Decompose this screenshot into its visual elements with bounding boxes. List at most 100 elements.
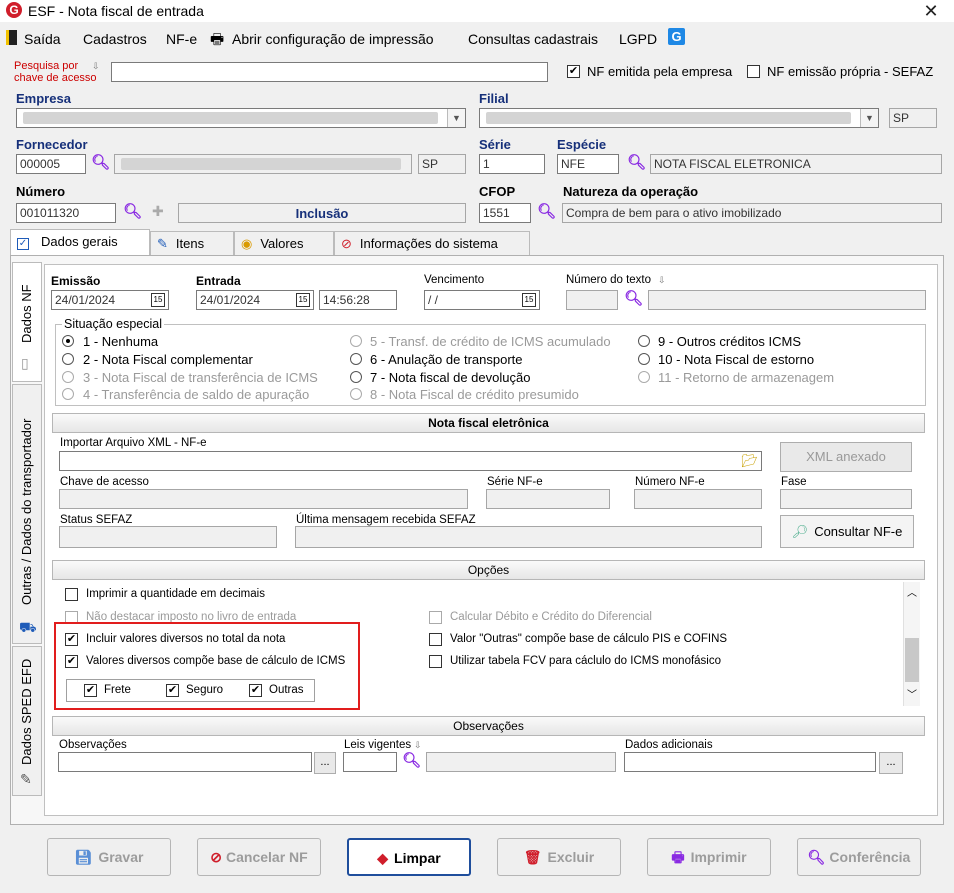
conferencia-button[interactable]: 🔍︎ Conferência [797, 838, 921, 876]
search-icon[interactable]: 🔍︎ [91, 153, 110, 171]
calcular-difal-checkbox[interactable] [429, 611, 442, 624]
radio-situacao-11[interactable] [638, 371, 650, 383]
leis-vigentes-input[interactable] [343, 752, 397, 772]
emissao-date-input[interactable]: 24/01/2024 15 [51, 290, 169, 310]
imprimir-decimais-checkbox[interactable] [65, 588, 78, 601]
dados-adicionais-browse-button[interactable]: ... [879, 752, 903, 774]
leis-vigentes-label: Leis vigentes [344, 739, 412, 751]
numero-texto-desc [648, 290, 926, 310]
especie-description: NOTA FISCAL ELETRONICA [650, 154, 942, 174]
calendar-icon[interactable]: 15 [151, 293, 165, 307]
vertical-tab-bar: Dados NF ▯ Outras / Dados do transportad… [12, 262, 42, 802]
especie-label: Espécie [557, 137, 607, 152]
nfe-section-header: Nota fiscal eletrônica [52, 413, 925, 433]
numero-texto-label: Número do texto [566, 274, 652, 286]
consultar-nfe-button[interactable]: 🔎︎ Consultar NF-e [780, 515, 914, 548]
numero-label: Número [16, 184, 66, 199]
calendar-icon[interactable]: 15 [296, 293, 310, 307]
exit-door-icon [6, 30, 17, 45]
cfop-input[interactable]: 1551 [479, 203, 531, 223]
entrada-date-input[interactable]: 24/01/2024 15 [196, 290, 314, 310]
xml-anexado-button[interactable]: XML anexado [780, 442, 912, 472]
observacoes-browse-button[interactable]: ... [314, 752, 336, 774]
nf-propria-label: NF emissão própria - SEFAZ [767, 64, 934, 79]
menu-abrir-config-impressao[interactable]: Abrir configuração de impressão [232, 31, 434, 47]
close-icon[interactable]: ✕ [918, 0, 944, 22]
dados-adicionais-input[interactable] [624, 752, 876, 772]
numero-nfe-label: Número NF-e [635, 476, 705, 488]
menu-consultas-cadastrais[interactable]: Consultas cadastrais [468, 31, 598, 47]
numero-input[interactable]: 001011320 [16, 203, 116, 223]
radio-situacao-10[interactable] [638, 353, 650, 365]
folder-open-icon[interactable]: 📂︎ [741, 453, 758, 469]
document-edit-icon: ✎ [157, 236, 168, 251]
radio-situacao-5[interactable] [350, 335, 362, 347]
serie-input[interactable]: 1 [479, 154, 545, 174]
radio-situacao-9[interactable] [638, 335, 650, 347]
tab-bar: ✓ Dados gerais ✎ Itens ◉ Valores ⊘ Informaçõ… [10, 229, 940, 257]
trash-icon: 🗑︎ [523, 849, 542, 865]
gravar-button[interactable]: 💾︎ Gravar [47, 838, 171, 876]
chevron-down-icon[interactable]: ▼ [447, 109, 465, 127]
tabela-fcv-checkbox[interactable] [429, 655, 442, 668]
vtab-dados-nf[interactable]: Dados NF ▯ [12, 262, 42, 382]
radio-situacao-8[interactable] [350, 388, 362, 400]
excluir-button[interactable]: 🗑︎ Excluir [497, 838, 621, 876]
nf-empresa-checkbox[interactable]: ✔ [567, 65, 580, 78]
radio-situacao-1[interactable] [62, 335, 74, 347]
search-input[interactable] [111, 62, 548, 82]
import-xml-input[interactable]: 📂︎ [59, 451, 762, 471]
imprimir-decimais-label: Imprimir a quantidade em decimais [86, 588, 265, 600]
emissao-label: Emissão [51, 274, 101, 288]
empresa-select[interactable]: ▼ [16, 108, 466, 128]
outras-pis-cofins-checkbox[interactable] [429, 633, 442, 646]
radio-situacao-4[interactable] [62, 388, 74, 400]
fornecedor-label: Fornecedor [16, 137, 88, 152]
observacoes-input[interactable] [58, 752, 312, 772]
g-app-icon[interactable]: G [668, 28, 685, 45]
chevron-down-icon[interactable]: ▼ [860, 109, 878, 127]
search-icon[interactable]: 🔍︎ [624, 289, 643, 307]
vtab-sped-efd[interactable]: Dados SPED EFD ✎ [12, 646, 42, 796]
search-icon[interactable]: 🔍︎ [123, 202, 142, 220]
tabela-fcv-label: Utilizar tabela FCV para cáclulo do ICMS… [450, 655, 722, 667]
menu-lgpd[interactable]: LGPD [619, 31, 657, 47]
search-label: Pesquisa por chave de acesso [14, 60, 97, 84]
tab-itens[interactable]: ✎ Itens [150, 231, 234, 256]
imprimir-button[interactable]: 🖶 Imprimir [647, 838, 771, 876]
chevron-down-icon[interactable]: ﹀ [907, 686, 917, 701]
radio-situacao-6[interactable] [350, 353, 362, 365]
scroll-thumb[interactable] [905, 638, 919, 682]
opcoes-scrollbar[interactable]: ︿ ﹀ [903, 582, 920, 706]
search-icon[interactable]: 🔍︎ [627, 153, 646, 171]
calendar-icon[interactable]: 15 [522, 293, 536, 307]
tab-informacoes-sistema[interactable]: ⊘ Informações do sistema [334, 231, 530, 256]
search-icon[interactable]: 🔍︎ [537, 202, 556, 220]
nf-propria-checkbox[interactable] [747, 65, 760, 78]
filial-select[interactable]: ▼ [479, 108, 879, 128]
add-icon[interactable]: ✚ [152, 203, 164, 220]
printer-icon: 🖶 [210, 31, 225, 48]
especie-code-input[interactable]: NFE [557, 154, 619, 174]
limpar-button[interactable]: ◆ Limpar [347, 838, 471, 876]
menu-saida[interactable]: Saída [24, 31, 61, 47]
tab-valores[interactable]: ◉ Valores [234, 231, 334, 256]
tab-dados-gerais[interactable]: ✓ Dados gerais [10, 229, 150, 257]
vencimento-date-input[interactable]: / / 15 [424, 290, 540, 310]
radio-situacao-3[interactable] [62, 371, 74, 383]
serie-nfe-label: Série NF-e [487, 476, 543, 488]
menu-cadastros[interactable]: Cadastros [83, 31, 147, 47]
entrada-time-input[interactable]: 14:56:28 [319, 290, 397, 310]
radio-situacao-7[interactable] [350, 371, 362, 383]
radio-situacao-2[interactable] [62, 353, 74, 365]
observacoes-section-header: Observações [52, 716, 925, 736]
fornecedor-code-input[interactable]: 000005 [16, 154, 86, 174]
numero-texto-input[interactable] [566, 290, 618, 310]
vtab-transportador[interactable]: Outras / Dados do transportador ⛟ [12, 384, 42, 644]
cancelar-nf-button[interactable]: ⊘ Cancelar NF [197, 838, 321, 876]
filial-redacted [486, 112, 851, 124]
search-icon[interactable]: 🔍︎ [402, 751, 421, 769]
fornecedor-redacted [121, 158, 401, 170]
menu-nfe[interactable]: NF-e [166, 31, 197, 47]
chevron-up-icon[interactable]: ︿ [907, 584, 917, 599]
